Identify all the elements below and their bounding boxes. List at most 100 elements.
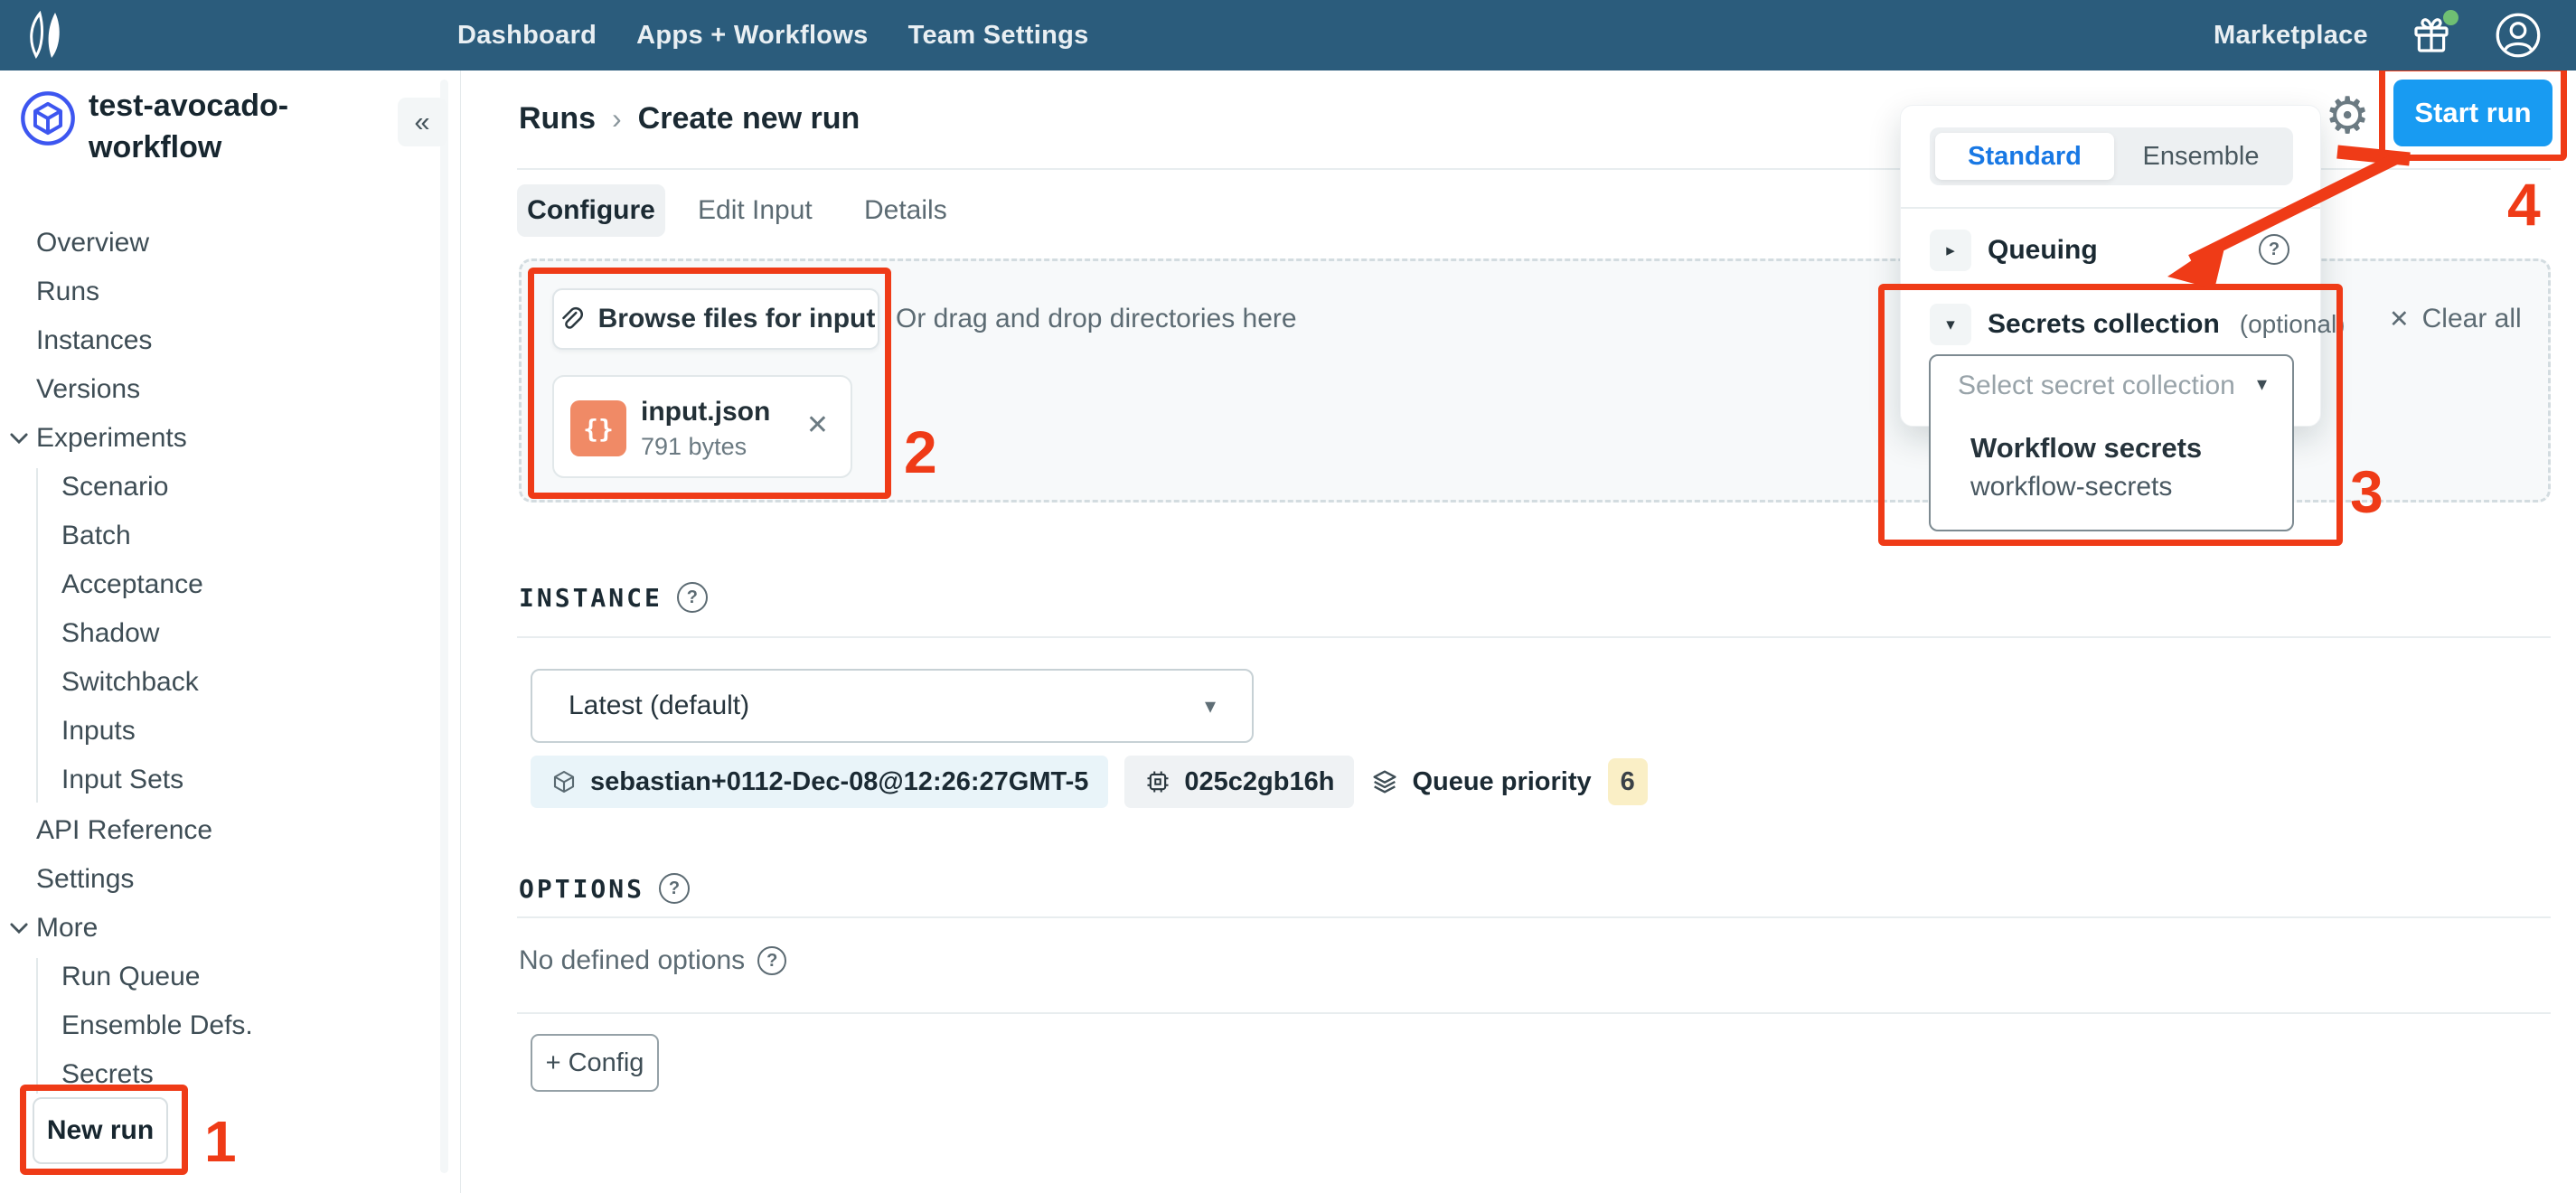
section-divider [517,636,2551,638]
breadcrumb: Runs › Create new run [519,101,860,136]
sidebar-collapse-button[interactable]: « [398,98,447,146]
tab-details[interactable]: Details [864,184,947,237]
secret-option-title[interactable]: Workflow secrets [1970,432,2202,465]
sidebar-item-batch[interactable]: Batch [61,512,131,560]
sidebar: test-avocado-workflow « Overview Runs In… [0,70,461,1193]
queuing-label: Queuing [1988,235,2098,266]
no-options-text: No defined options [519,945,745,976]
help-icon[interactable]: ? [659,873,690,904]
page-title: Create new run [638,101,860,136]
cpu-icon [1144,768,1171,795]
sidebar-item-input-sets[interactable]: Input Sets [61,756,183,804]
sidebar-item-experiments[interactable]: Experiments [36,414,187,463]
instance-section-header: INSTANCE ? [519,582,708,613]
panel-divider [1901,207,2320,209]
sidebar-item-ensemble-defs[interactable]: Ensemble Defs. [61,1001,253,1050]
secret-collection-combobox[interactable]: Select secret collection ▾ Workflow secr… [1929,354,2294,531]
secrets-collection-row: ▾ Secrets collection (optional) [1930,299,2346,350]
app-window: Dashboard Apps + Workflows Team Settings… [0,0,2576,1193]
nav-apps-workflows[interactable]: Apps + Workflows [636,21,868,51]
version-id: 025c2gb16h [1184,767,1334,797]
gear-icon[interactable]: ⚙ [2325,87,2370,146]
remove-file-icon[interactable]: ✕ [806,409,829,441]
nav-dashboard[interactable]: Dashboard [457,21,597,51]
top-nav: Dashboard Apps + Workflows Team Settings… [0,0,2576,70]
sidebar-item-more[interactable]: More [36,904,98,953]
annotation-number-2: 2 [904,418,937,486]
queue-priority-badge: 6 [1608,758,1648,805]
no-options-row: No defined options ? [519,945,786,976]
sidebar-item-secrets[interactable]: Secrets [61,1050,154,1099]
help-icon[interactable]: ? [757,946,786,975]
nav-marketplace[interactable]: Marketplace [2214,21,2368,51]
tab-standard[interactable]: Standard [1935,133,2114,180]
new-run-button[interactable]: New run [33,1097,168,1164]
sidebar-item-inputs[interactable]: Inputs [61,707,136,756]
primary-nav: Dashboard Apps + Workflows Team Settings [457,0,1089,70]
instance-select[interactable]: Latest (default) ▾ [531,669,1254,743]
sidebar-item-acceptance[interactable]: Acceptance [61,560,203,609]
file-size: 791 bytes [641,433,747,461]
instance-meta-chips: sebastian+0112-Dec-08@12:26:27GMT-5 025c… [531,756,1648,808]
queuing-row: ▸ Queuing [1930,225,2098,276]
tree-indent-line [36,468,38,803]
help-icon[interactable]: ? [677,582,708,613]
tree-indent-line [36,958,38,1094]
sidebar-item-versions[interactable]: Versions [36,365,140,414]
instance-name-chip: sebastian+0112-Dec-08@12:26:27GMT-5 [531,756,1108,808]
help-icon[interactable]: ? [2259,234,2289,265]
sidebar-item-run-queue[interactable]: Run Queue [61,953,200,1001]
tab-edit-input[interactable]: Edit Input [698,184,813,237]
notification-dot [2443,10,2458,25]
nextmv-logo-icon[interactable] [25,11,72,60]
app-cube-icon [20,90,76,146]
chevron-down-icon[interactable] [9,904,29,953]
start-run-button[interactable]: Start run [2393,80,2552,146]
layers-icon [1370,767,1399,796]
sidebar-item-runs[interactable]: Runs [36,268,99,316]
sidebar-item-switchback[interactable]: Switchback [61,658,199,707]
caret-down-icon: ▾ [1205,693,1216,719]
sidebar-scrollbar[interactable] [440,80,448,1173]
json-file-icon: {} [570,400,626,456]
nav-team-settings[interactable]: Team Settings [908,21,1089,51]
section-divider [517,916,2551,918]
browse-files-button[interactable]: Browse files for input [552,288,879,350]
instance-name: sebastian+0112-Dec-08@12:26:27GMT-5 [590,767,1088,797]
sidebar-item-instances[interactable]: Instances [36,316,152,365]
tab-configure[interactable]: Configure [517,184,665,237]
instance-label: INSTANCE [519,583,663,613]
paperclip-icon [557,305,584,333]
clear-all-label: Clear all [2422,304,2522,334]
sidebar-item-api-reference[interactable]: API Reference [36,806,212,855]
secrets-optional-label: (optional) [2240,310,2346,339]
browse-files-label: Browse files for input [598,304,876,334]
gift-icon[interactable] [2410,14,2453,57]
clear-all-button[interactable]: ✕ Clear all [2389,296,2522,343]
tab-ensemble[interactable]: Ensemble [2114,133,2288,180]
secrets-collection-label: Secrets collection [1988,309,2220,340]
breadcrumb-runs[interactable]: Runs [519,101,596,136]
nav-right-cluster: Marketplace [2214,0,2542,70]
sidebar-item-overview[interactable]: Overview [36,219,149,268]
secret-select-placeholder: Select secret collection [1958,371,2235,401]
chevron-down-icon[interactable] [9,414,29,463]
sidebar-item-scenario[interactable]: Scenario [61,463,168,512]
disclosure-closed-icon[interactable]: ▸ [1930,230,1971,271]
uploaded-file-card: {} input.json 791 bytes ✕ [552,375,852,478]
annotation-number-4: 4 [2507,170,2541,239]
disclosure-open-icon[interactable]: ▾ [1930,304,1971,345]
sidebar-item-shadow[interactable]: Shadow [61,609,159,658]
chevron-right-icon: › [612,102,622,136]
file-name: input.json [641,397,770,427]
sidebar-item-settings[interactable]: Settings [36,855,134,904]
instance-select-value: Latest (default) [569,690,749,721]
add-config-button[interactable]: + Config [531,1034,659,1092]
secret-option-id[interactable]: workflow-secrets [1970,472,2172,503]
avatar-icon[interactable] [2495,12,2542,59]
drag-drop-hint: Or drag and drop directories here [896,288,1297,350]
app-title: test-avocado-workflow [89,85,378,168]
annotation-number-1: 1 [204,1108,237,1175]
annotation-number-3: 3 [2350,457,2383,526]
run-type-tabs: Standard Ensemble [1930,127,2293,185]
